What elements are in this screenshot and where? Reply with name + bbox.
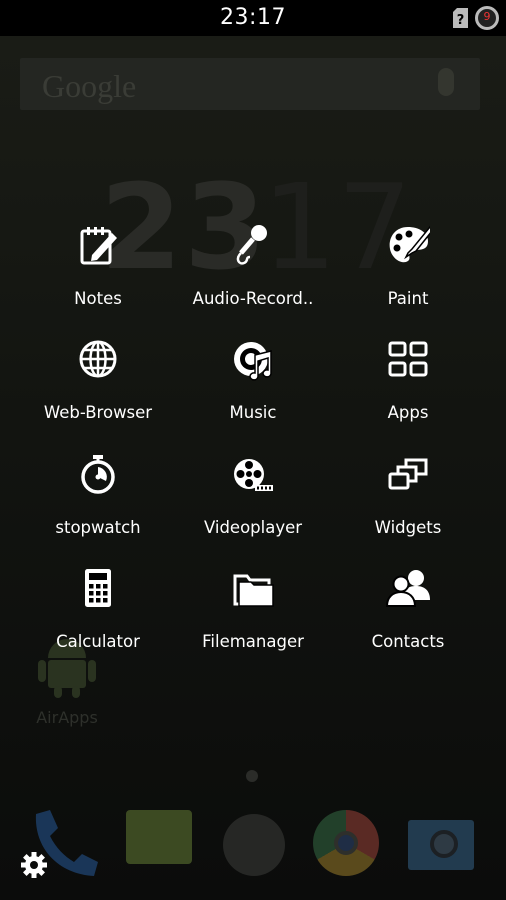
app-label: Music xyxy=(229,403,277,422)
status-clock: 23:17 xyxy=(220,5,286,30)
notification-count: 9 xyxy=(483,10,491,23)
app-videoplayer[interactable]: Videoplayer xyxy=(169,442,337,550)
app-filemanager[interactable]: Filemanager xyxy=(169,556,337,664)
notification-badge[interactable]: 9 xyxy=(475,6,499,30)
gear-icon[interactable] xyxy=(20,851,48,879)
svg-text:?: ? xyxy=(457,13,465,28)
mic-icon xyxy=(438,68,454,96)
app-label: Audio-Record.. xyxy=(192,289,314,308)
app-widgets[interactable]: Widgets xyxy=(324,442,492,550)
globe-icon xyxy=(79,340,117,378)
app-music[interactable]: Music xyxy=(169,327,337,435)
app-label: Web-Browser xyxy=(43,403,153,422)
google-logo-text: Google xyxy=(42,68,137,104)
app-label: stopwatch xyxy=(55,518,141,537)
stopwatch-icon xyxy=(81,455,115,494)
status-bar: 23:17 ? 9 xyxy=(0,0,506,36)
app-apps[interactable]: Apps xyxy=(324,327,492,435)
film-reel-icon xyxy=(234,459,273,491)
app-label: Widgets xyxy=(374,518,442,537)
app-label: Filemanager xyxy=(202,632,304,651)
app-calculator[interactable]: Calculator xyxy=(14,556,182,664)
app-web-browser[interactable]: Web-Browser xyxy=(14,327,182,435)
calculator-icon xyxy=(85,569,111,607)
app-label: Paint xyxy=(387,289,429,308)
app-stopwatch[interactable]: stopwatch xyxy=(14,442,182,550)
app-audio-record[interactable]: Audio-Record.. xyxy=(169,213,337,321)
contacts-icon xyxy=(386,570,430,607)
google-search-bar: Google xyxy=(20,58,480,110)
app-paint[interactable]: Paint xyxy=(324,213,492,321)
notes-icon xyxy=(80,227,117,265)
sim-unknown-icon: ? xyxy=(453,8,468,28)
music-icon xyxy=(234,342,272,381)
apps-grid-icon xyxy=(388,341,428,377)
widgets-icon xyxy=(388,458,428,490)
app-label: Videoplayer xyxy=(203,518,303,537)
app-label: Calculator xyxy=(56,632,140,651)
app-contacts[interactable]: Contacts xyxy=(324,556,492,664)
messaging-icon xyxy=(126,810,192,864)
app-notes[interactable]: Notes xyxy=(14,213,182,321)
page-indicator xyxy=(246,770,258,782)
app-label: Notes xyxy=(74,289,122,308)
airapps-label: AirApps xyxy=(36,708,98,727)
app-label: Contacts xyxy=(371,632,445,651)
folder-icon xyxy=(233,574,274,607)
microphone-icon xyxy=(236,225,267,265)
app-drawer-icon xyxy=(223,814,285,876)
paint-palette-icon xyxy=(389,225,430,263)
chrome-icon xyxy=(313,810,379,876)
camera-icon xyxy=(408,820,474,870)
app-label: Apps xyxy=(387,403,429,422)
